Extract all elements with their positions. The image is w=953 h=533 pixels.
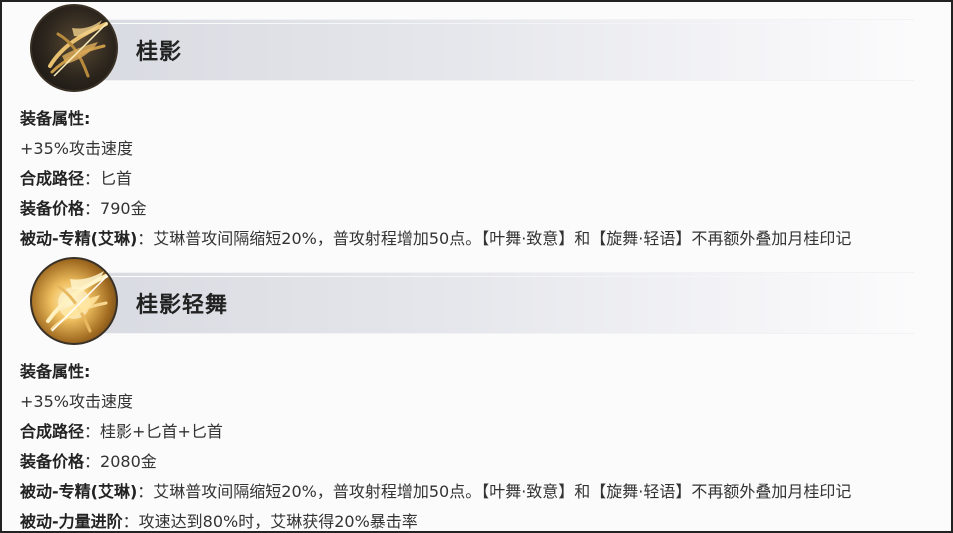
colon: ： [84,422,101,441]
path-label: 合成路径 [20,422,85,441]
golden-bow-icon [30,4,118,92]
attr-row: 装备属性: [20,357,940,387]
path-row: 合成路径：匕首 [20,164,940,194]
passive-row: 被动-专精(艾琳)：艾琳普攻间隔缩短20%，普攻射程增加50点。【叶舞·致意】和… [20,477,940,507]
passive-value: 艾琳普攻间隔缩短20%，普攻射程增加50点。【叶舞·致意】和【旋舞·轻语】不再额… [153,229,852,248]
colon: ： [137,229,154,248]
attr-value: +35%攻击速度 [20,139,133,158]
passive-label: 被动-专精(艾琳) [20,482,138,501]
price-value: 790金 [100,199,147,218]
colon: ： [84,169,101,188]
colon: ： [137,482,154,501]
path-value: 桂影+匕首+匕首 [100,422,223,441]
attr-value-row: +35%攻击速度 [20,134,940,164]
path-value: 匕首 [100,169,133,188]
title-bar [94,19,914,81]
path-label: 合成路径 [20,169,85,188]
item-details: 装备属性: +35%攻击速度 合成路径：桂影+匕首+匕首 装备价格：2080金 … [20,357,940,531]
passive-row: 被动-专精(艾琳)：艾琳普攻间隔缩短20%，普攻射程增加50点。【叶舞·致意】和… [20,224,940,254]
item-details: 装备属性: +35%攻击速度 合成路径：匕首 装备价格：790金 被动-专精(艾… [20,104,940,254]
item-header: 桂影 [30,4,914,94]
price-label: 装备价格 [20,452,85,471]
attr-label: 装备属性: [20,109,91,128]
item-header: 桂影轻舞 [30,257,914,347]
passive2-value: 攻速达到80%时，艾琳获得20%暴击率 [138,512,418,531]
price-label: 装备价格 [20,199,85,218]
price-row: 装备价格：790金 [20,194,940,224]
passive2-row: 被动-力量进阶：攻速达到80%时，艾琳获得20%暴击率 [20,507,940,531]
passive2-label: 被动-力量进阶 [20,512,123,531]
price-row: 装备价格：2080金 [20,447,940,477]
colon: ： [84,452,101,471]
attr-value: +35%攻击速度 [20,392,133,411]
passive-value: 艾琳普攻间隔缩短20%，普攻射程增加50点。【叶舞·致意】和【旋舞·轻语】不再额… [153,482,852,501]
attr-row: 装备属性: [20,104,940,134]
item-name: 桂影 [136,40,183,65]
item-name: 桂影轻舞 [136,293,229,318]
colon: ： [84,199,101,218]
attr-label: 装备属性: [20,362,91,381]
path-row: 合成路径：桂影+匕首+匕首 [20,417,940,447]
attr-value-row: +35%攻击速度 [20,387,940,417]
passive-label: 被动-专精(艾琳) [20,229,138,248]
glowing-bow-icon [30,257,118,345]
colon: ： [122,512,139,531]
price-value: 2080金 [100,452,157,471]
content-frame: 桂影 装备属性: +35%攻击速度 合成路径：匕首 装备价格：790金 被动-专… [0,0,953,533]
